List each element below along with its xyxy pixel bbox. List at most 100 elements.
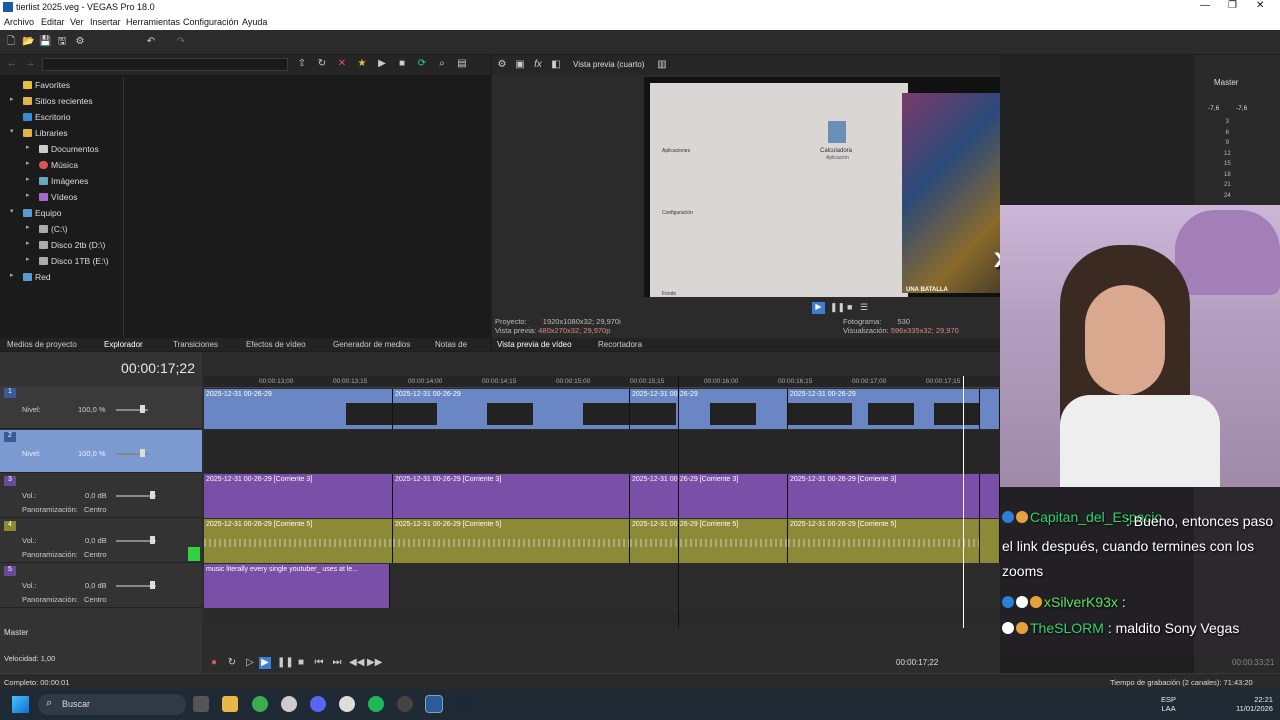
track-header-3[interactable]: 3 Vol.: 0,0 dB Panoramización: Centro xyxy=(0,474,202,518)
tab-medios-proyecto[interactable]: Medios de proyecto xyxy=(7,340,77,349)
stop-icon[interactable]: ■ xyxy=(396,58,408,70)
maximize-button[interactable]: ❐ xyxy=(1228,0,1237,11)
audio-clip[interactable]: 2025-12-31 00-26-29 [Corriente 5] xyxy=(393,519,630,563)
pause-icon[interactable]: ❚❚ xyxy=(277,657,294,669)
track-header-2[interactable]: 2 Nivel: 100,0 % xyxy=(0,430,202,473)
play-icon[interactable]: ▶ xyxy=(376,58,388,70)
video-clip[interactable]: 2025-12-31 00-26-29 xyxy=(204,389,393,429)
audio-clip[interactable]: 2025-12-31 00-26-29 [Corriente 3] xyxy=(393,474,630,518)
volume-knob[interactable] xyxy=(150,581,155,589)
video-clip[interactable] xyxy=(980,389,1000,429)
vegas-taskbar-icon[interactable] xyxy=(425,695,443,713)
start-icon[interactable] xyxy=(12,696,29,713)
tab-generador-medios[interactable]: Generador de medios xyxy=(333,340,410,349)
menu-icon[interactable]: ☰ xyxy=(860,302,868,313)
stop-icon[interactable]: ■ xyxy=(295,657,307,669)
playhead-cursor[interactable] xyxy=(963,376,964,628)
task-view-icon[interactable] xyxy=(193,696,209,712)
zoom-icon[interactable]: ⌕ xyxy=(436,58,448,70)
play-icon[interactable]: ▶ xyxy=(259,657,271,669)
save-icon[interactable]: 💾 xyxy=(39,36,51,48)
fx-icon[interactable]: fx xyxy=(532,59,544,71)
menu-ayuda[interactable]: Ayuda xyxy=(242,17,267,27)
audio-clip[interactable]: 2025-12-31 00-26-29 [Corriente 3] xyxy=(204,474,393,518)
video-clip[interactable]: 2025-12-31 00-26-29 xyxy=(788,389,980,429)
up-folder-icon[interactable]: ⇧ xyxy=(296,58,308,70)
go-end-icon[interactable]: ⏭ xyxy=(331,657,343,669)
open-icon[interactable]: 📂 xyxy=(22,36,34,48)
play-button[interactable]: ▶ xyxy=(812,302,825,314)
delete-icon[interactable]: ✕ xyxy=(336,58,348,70)
preview-quality-dropdown[interactable]: Vista previa (cuarto) xyxy=(573,60,644,69)
next-frame-icon[interactable]: ▶▶ xyxy=(367,657,382,669)
loop-icon[interactable]: ↻ xyxy=(226,657,238,669)
menu-ver[interactable]: Ver xyxy=(70,17,84,27)
volume-knob[interactable] xyxy=(150,491,155,499)
audio-clip[interactable]: 2025-12-31 00-26-29 [Corriente 3] xyxy=(630,474,788,518)
input-language[interactable]: ESP LAA xyxy=(1161,695,1176,713)
pictures-icon xyxy=(39,177,48,185)
go-start-icon[interactable]: ⏮ xyxy=(313,657,325,669)
split-icon[interactable]: ◧ xyxy=(550,59,562,71)
audio-clip[interactable]: 2025-12-31 00-26-29 [Corriente 5] xyxy=(630,519,788,563)
minimize-button[interactable]: — xyxy=(1200,0,1210,11)
play-from-start-icon[interactable]: ▷ xyxy=(244,657,256,669)
audio-clip[interactable]: 2025-12-31 00-26-29 [Corriente 3] xyxy=(788,474,980,518)
timeline-ruler[interactable]: 00:00:13;00 00:00:13;15 00:00:14;00 00:0… xyxy=(204,376,1000,388)
spotify-icon[interactable] xyxy=(368,696,384,712)
audio-clip[interactable] xyxy=(980,519,1000,563)
prev-frame-icon[interactable]: ◀◀ xyxy=(349,657,364,669)
refresh-icon[interactable]: ↻ xyxy=(316,58,328,70)
device-icon[interactable]: ▣ xyxy=(514,59,526,71)
properties-icon[interactable]: ⚙ xyxy=(74,36,86,48)
tab-explorador[interactable]: Explorador xyxy=(104,340,143,349)
steam-icon[interactable] xyxy=(456,696,472,712)
menu-archivo[interactable]: Archivo xyxy=(4,17,34,27)
overlays-icon[interactable]: ▥ xyxy=(656,59,668,71)
file-explorer-icon[interactable] xyxy=(222,696,238,712)
menu-herramientas[interactable]: Herramientas xyxy=(126,17,180,27)
views-icon[interactable]: ▤ xyxy=(456,58,468,70)
video-clip[interactable]: 2025-12-31 00-26-29 xyxy=(630,389,788,429)
music-clip[interactable]: music literally every single youtuber_ u… xyxy=(204,564,390,608)
app-icon[interactable] xyxy=(397,696,413,712)
obs-icon[interactable] xyxy=(281,696,297,712)
save-as-icon[interactable]: 🖫 xyxy=(56,36,68,48)
autoplay-icon[interactable]: ⟳ xyxy=(416,58,428,70)
clock[interactable]: 22:21 11/01/2026 xyxy=(1236,695,1273,713)
track-header-5[interactable]: 5 Vol.: 0,0 dB Panoramización: Centro xyxy=(0,564,202,608)
level-slider-knob[interactable] xyxy=(140,405,145,413)
undo-icon[interactable]: ↶ xyxy=(145,36,157,48)
favorite-icon[interactable]: ★ xyxy=(356,58,368,70)
stop-button[interactable]: ■ xyxy=(847,302,852,312)
level-slider-knob[interactable] xyxy=(140,449,145,457)
menu-configuracion[interactable]: Configuración xyxy=(183,17,239,27)
taskbar-search[interactable]: ⌕ Buscar xyxy=(38,694,186,715)
tab-recortadora[interactable]: Recortadora xyxy=(598,340,642,349)
close-button[interactable]: ✕ xyxy=(1256,0,1264,11)
app-icon[interactable] xyxy=(339,696,355,712)
audio-clip[interactable] xyxy=(980,474,1000,518)
track-header-4[interactable]: 4 Vol.: 0,0 dB Panoramización: Centro xyxy=(0,519,202,563)
tab-efectos-video[interactable]: Efectos de vídeo xyxy=(246,340,306,349)
back-icon[interactable]: ← xyxy=(6,58,18,70)
forward-icon[interactable]: → xyxy=(24,58,36,70)
tab-vista-previa[interactable]: Vista previa de vídeo xyxy=(497,340,572,349)
record-icon[interactable]: ● xyxy=(208,657,220,669)
settings-icon[interactable]: ⚙ xyxy=(496,59,508,71)
chrome-icon[interactable] xyxy=(252,696,268,712)
redo-icon[interactable]: ↷ xyxy=(175,36,187,48)
menu-editar[interactable]: Editar xyxy=(41,17,65,27)
pause-button[interactable]: ❚❚ xyxy=(830,302,845,313)
video-clip[interactable]: 2025-12-31 00-26-29 xyxy=(393,389,630,429)
tab-notas[interactable]: Notas de xyxy=(435,340,467,349)
tab-transiciones[interactable]: Transiciones xyxy=(173,340,218,349)
audio-clip[interactable]: 2025-12-31 00-26-29 [Corriente 5] xyxy=(204,519,393,563)
volume-knob[interactable] xyxy=(150,536,155,544)
new-icon[interactable]: 🗋 xyxy=(5,36,17,48)
path-dropdown[interactable] xyxy=(42,58,288,71)
audio-clip[interactable]: 2025-12-31 00-26-29 [Corriente 5] xyxy=(788,519,980,563)
discord-icon[interactable] xyxy=(310,696,326,712)
menu-insertar[interactable]: Insertar xyxy=(90,17,121,27)
track-header-1[interactable]: 1 Nivel: 100,0 % xyxy=(0,386,202,429)
